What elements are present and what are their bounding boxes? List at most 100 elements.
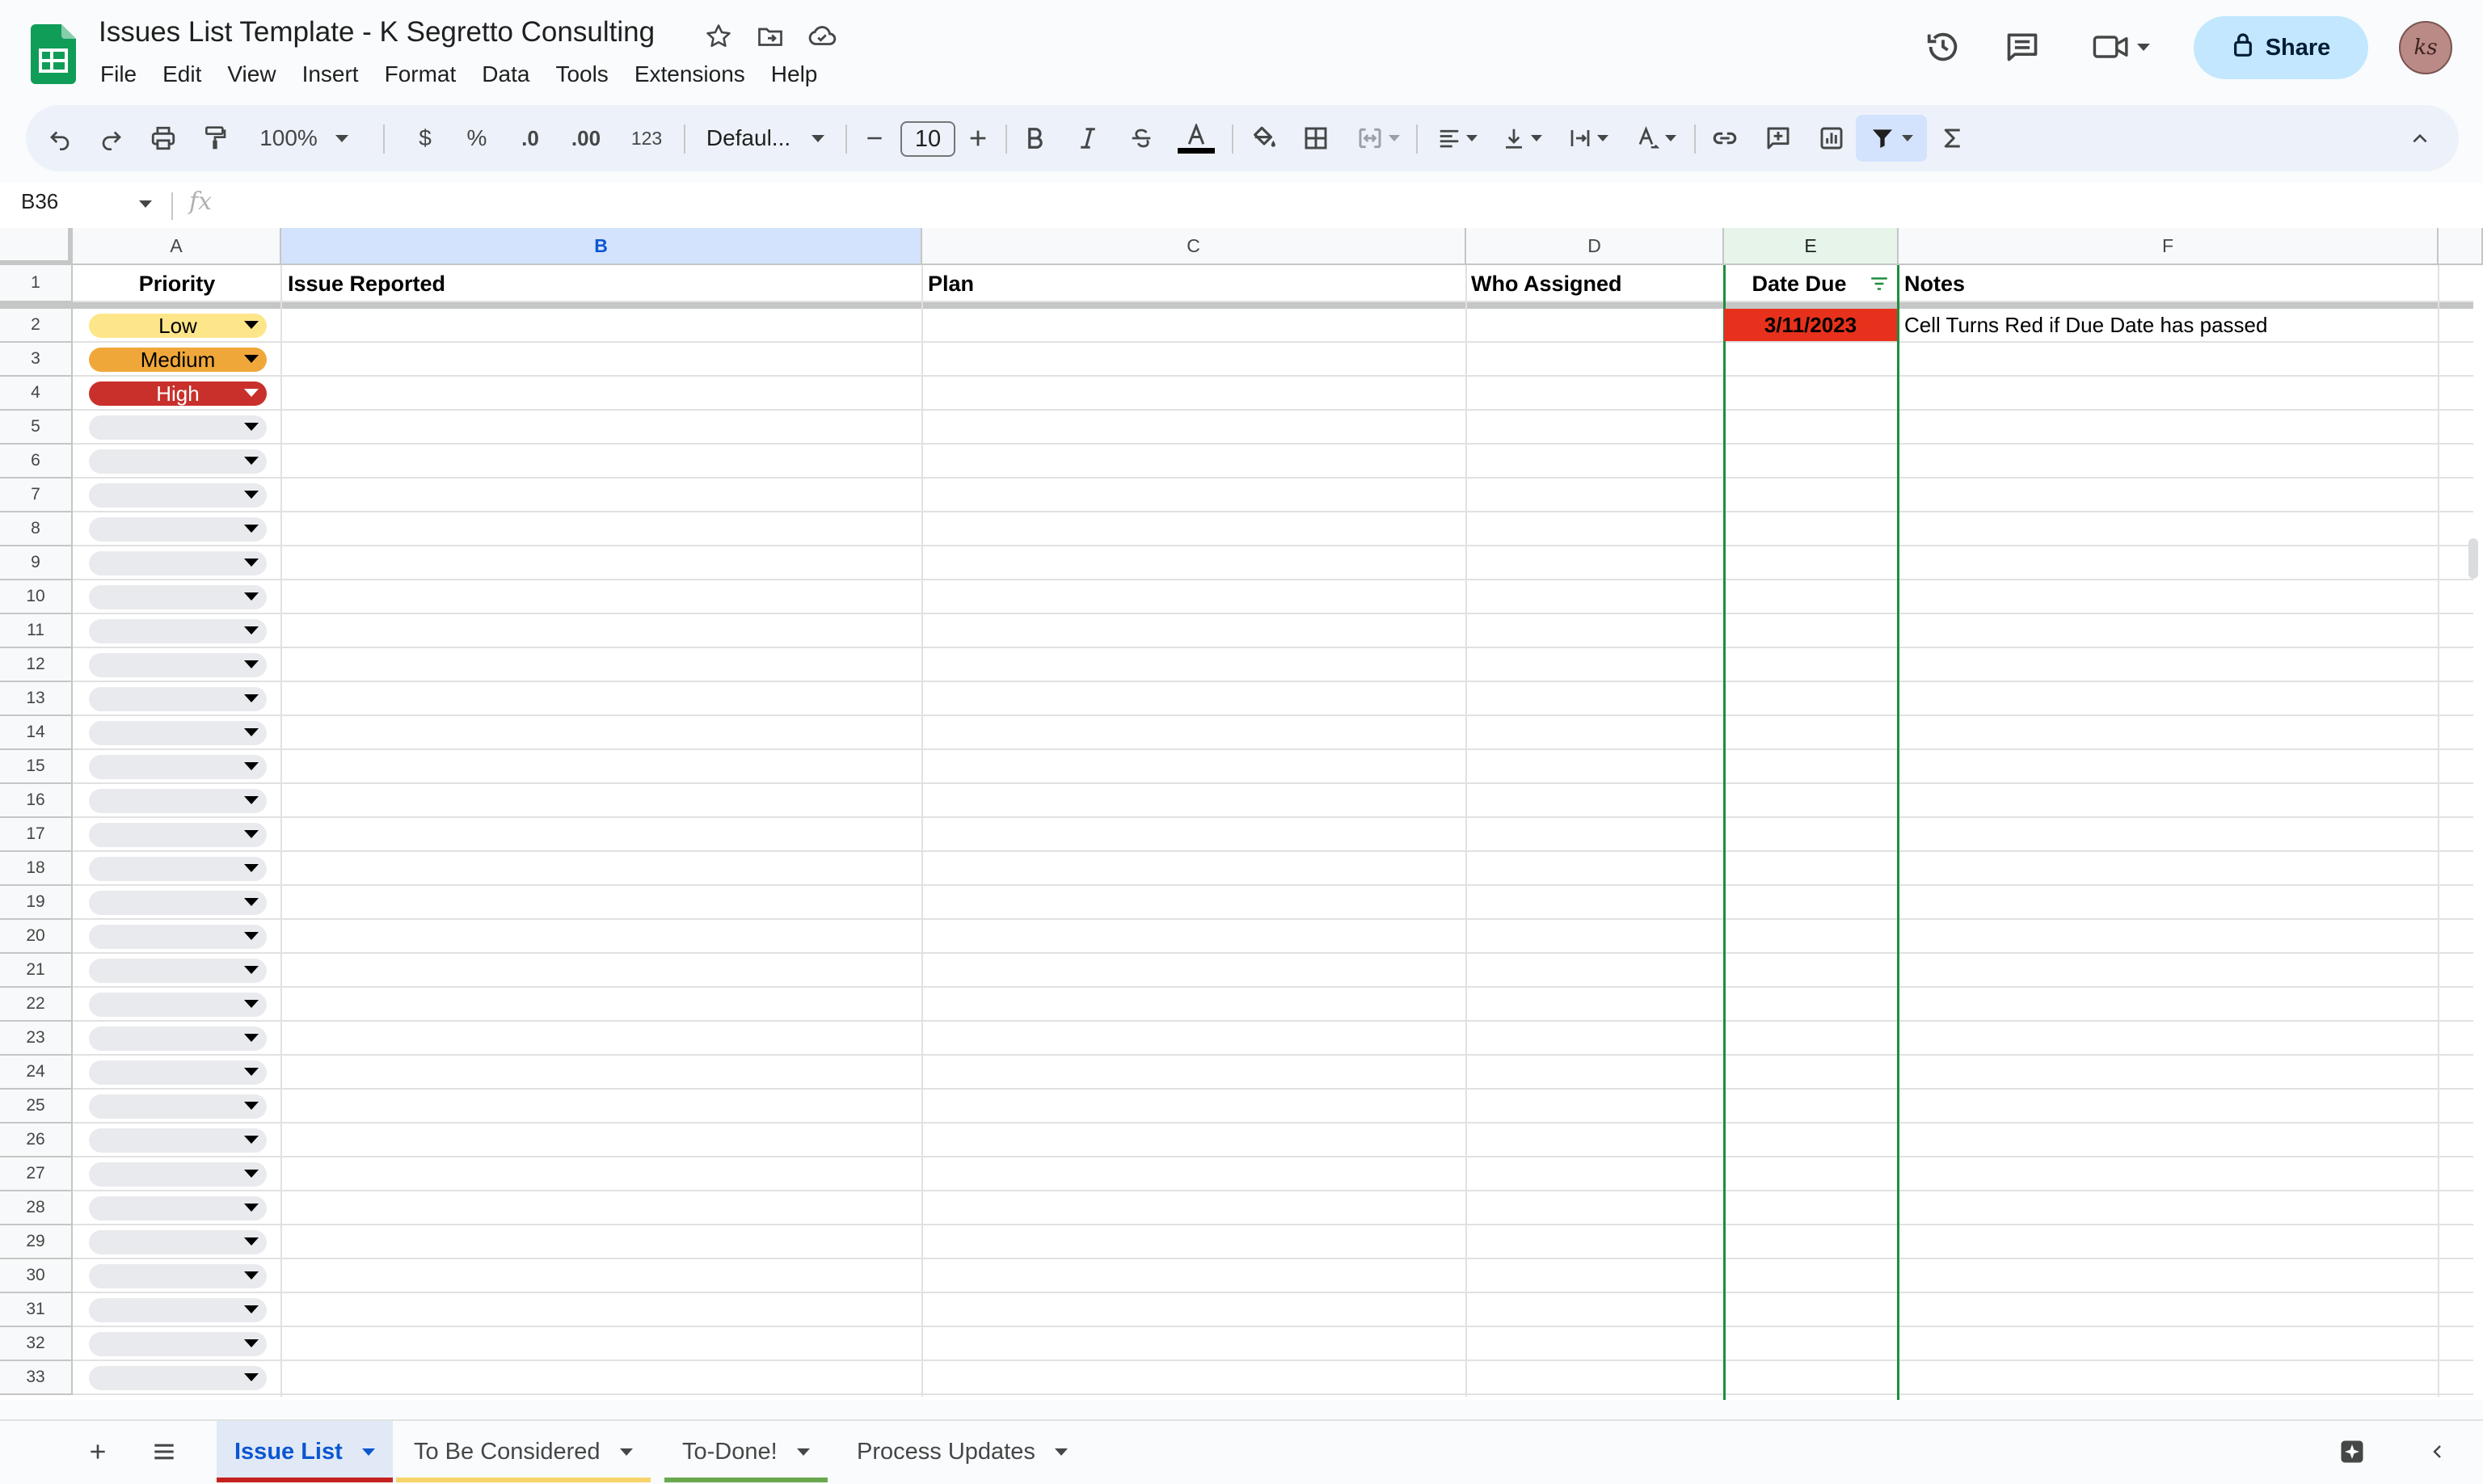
more-formats-button[interactable]: 123 [624, 105, 669, 171]
row-header[interactable]: 2 [0, 309, 73, 343]
print-icon[interactable] [145, 105, 181, 171]
sheets-logo-icon[interactable] [31, 24, 76, 84]
row-header[interactable]: 24 [0, 1056, 73, 1090]
menu-file[interactable]: File [87, 58, 150, 91]
row-header[interactable]: 11 [0, 614, 73, 648]
row-header[interactable]: 10 [0, 580, 73, 614]
name-box[interactable]: B36 [21, 189, 58, 214]
column-header-g[interactable] [2439, 228, 2483, 265]
priority-dropdown-chip[interactable] [89, 585, 267, 609]
priority-dropdown-chip[interactable] [89, 653, 267, 677]
menu-tools[interactable]: Tools [542, 58, 621, 91]
fill-color-icon[interactable] [1245, 105, 1284, 171]
percent-button[interactable]: % [459, 105, 495, 171]
row-header[interactable]: 32 [0, 1327, 73, 1361]
sheet-tab-to-be-considered[interactable]: To Be Considered [396, 1421, 651, 1482]
column-header-d[interactable]: D [1466, 228, 1724, 265]
priority-dropdown-chip[interactable]: Low [89, 314, 267, 338]
row-header[interactable]: 27 [0, 1157, 73, 1191]
priority-dropdown-chip[interactable] [89, 925, 267, 949]
row-header[interactable]: 26 [0, 1124, 73, 1157]
row-header[interactable]: 1 [0, 265, 73, 302]
horizontal-align-icon[interactable] [1429, 105, 1486, 171]
row-header[interactable]: 23 [0, 1022, 73, 1056]
priority-dropdown-chip[interactable] [89, 1094, 267, 1119]
priority-dropdown-chip[interactable] [89, 1196, 267, 1221]
priority-dropdown-chip[interactable] [89, 517, 267, 542]
priority-dropdown-chip[interactable]: High [89, 382, 267, 406]
column-header-e[interactable]: E [1724, 228, 1899, 265]
menu-view[interactable]: View [214, 58, 289, 91]
row-header[interactable]: 22 [0, 988, 73, 1022]
merge-cells-icon[interactable] [1348, 105, 1408, 171]
priority-dropdown-chip[interactable] [89, 823, 267, 847]
comments-icon[interactable] [2000, 24, 2045, 70]
row-header[interactable]: 4 [0, 377, 73, 411]
date-due-cell-overdue[interactable]: 3/11/2023 [1724, 309, 1897, 341]
column-header-b[interactable]: B [281, 228, 922, 265]
row-header[interactable]: 6 [0, 445, 73, 479]
redo-icon[interactable] [94, 105, 129, 171]
priority-dropdown-chip[interactable] [89, 551, 267, 575]
paint-format-icon[interactable] [197, 105, 233, 171]
text-wrapping-icon[interactable] [1560, 105, 1617, 171]
menu-data[interactable]: Data [469, 58, 542, 91]
undo-icon[interactable] [42, 105, 78, 171]
header-notes[interactable]: Notes [1904, 265, 1965, 302]
collapse-side-panel-icon[interactable] [2422, 1421, 2454, 1482]
sheet-tab-process-updates[interactable]: Process Updates [839, 1421, 1086, 1482]
filter-icon[interactable] [1856, 105, 1927, 171]
frozen-row-divider[interactable] [0, 302, 2473, 309]
formula-input[interactable] [234, 186, 2465, 225]
priority-dropdown-chip[interactable] [89, 959, 267, 983]
row-header[interactable]: 13 [0, 682, 73, 716]
priority-dropdown-chip[interactable] [89, 1264, 267, 1288]
priority-dropdown-chip[interactable] [89, 483, 267, 508]
row-header[interactable]: 8 [0, 512, 73, 546]
row-header[interactable]: 25 [0, 1090, 73, 1124]
increase-decimal-button[interactable]: .00 [563, 105, 609, 171]
functions-icon[interactable] [1935, 105, 1971, 171]
priority-dropdown-chip[interactable]: Medium [89, 348, 267, 372]
row-header[interactable]: 7 [0, 479, 73, 512]
vertical-scrollbar[interactable] [2468, 538, 2478, 579]
menu-insert[interactable]: Insert [289, 58, 372, 91]
header-priority[interactable]: Priority [73, 265, 281, 302]
account-avatar[interactable]: ks [2399, 21, 2452, 74]
row-header[interactable]: 18 [0, 852, 73, 886]
star-icon[interactable] [702, 19, 736, 53]
row-header[interactable]: 16 [0, 784, 73, 818]
strikethrough-icon[interactable] [1123, 105, 1159, 171]
column-header-c[interactable]: C [922, 228, 1466, 265]
borders-icon[interactable] [1298, 105, 1334, 171]
document-title[interactable]: Issues List Template - K Segretto Consul… [99, 16, 655, 48]
priority-dropdown-chip[interactable] [89, 1128, 267, 1153]
meet-call-icon[interactable] [2089, 24, 2153, 70]
row-header[interactable]: 17 [0, 818, 73, 852]
chevron-down-icon[interactable] [139, 200, 152, 208]
priority-dropdown-chip[interactable] [89, 1162, 267, 1187]
header-plan[interactable]: Plan [928, 265, 974, 302]
priority-dropdown-chip[interactable] [89, 619, 267, 643]
menu-edit[interactable]: Edit [150, 58, 214, 91]
insert-comment-icon[interactable] [1760, 105, 1796, 171]
priority-dropdown-chip[interactable] [89, 891, 267, 915]
header-who-assigned[interactable]: Who Assigned [1471, 265, 1622, 302]
row-header[interactable]: 30 [0, 1259, 73, 1293]
row-header[interactable]: 28 [0, 1191, 73, 1225]
text-color-icon[interactable] [1172, 105, 1220, 171]
row-header[interactable]: 20 [0, 920, 73, 954]
version-history-icon[interactable] [1920, 24, 1966, 70]
priority-dropdown-chip[interactable] [89, 1230, 267, 1254]
row-header[interactable]: 3 [0, 343, 73, 377]
row-header[interactable]: 15 [0, 750, 73, 784]
priority-dropdown-chip[interactable] [89, 857, 267, 881]
explore-icon[interactable] [2328, 1421, 2376, 1482]
menu-help[interactable]: Help [758, 58, 831, 91]
notes-cell[interactable]: Cell Turns Red if Due Date has passed [1904, 309, 2267, 341]
currency-button[interactable]: $ [407, 105, 443, 171]
row-header[interactable]: 29 [0, 1225, 73, 1259]
row-header[interactable]: 21 [0, 954, 73, 988]
zoom-select[interactable]: 100% [255, 105, 352, 171]
row-header[interactable]: 9 [0, 546, 73, 580]
